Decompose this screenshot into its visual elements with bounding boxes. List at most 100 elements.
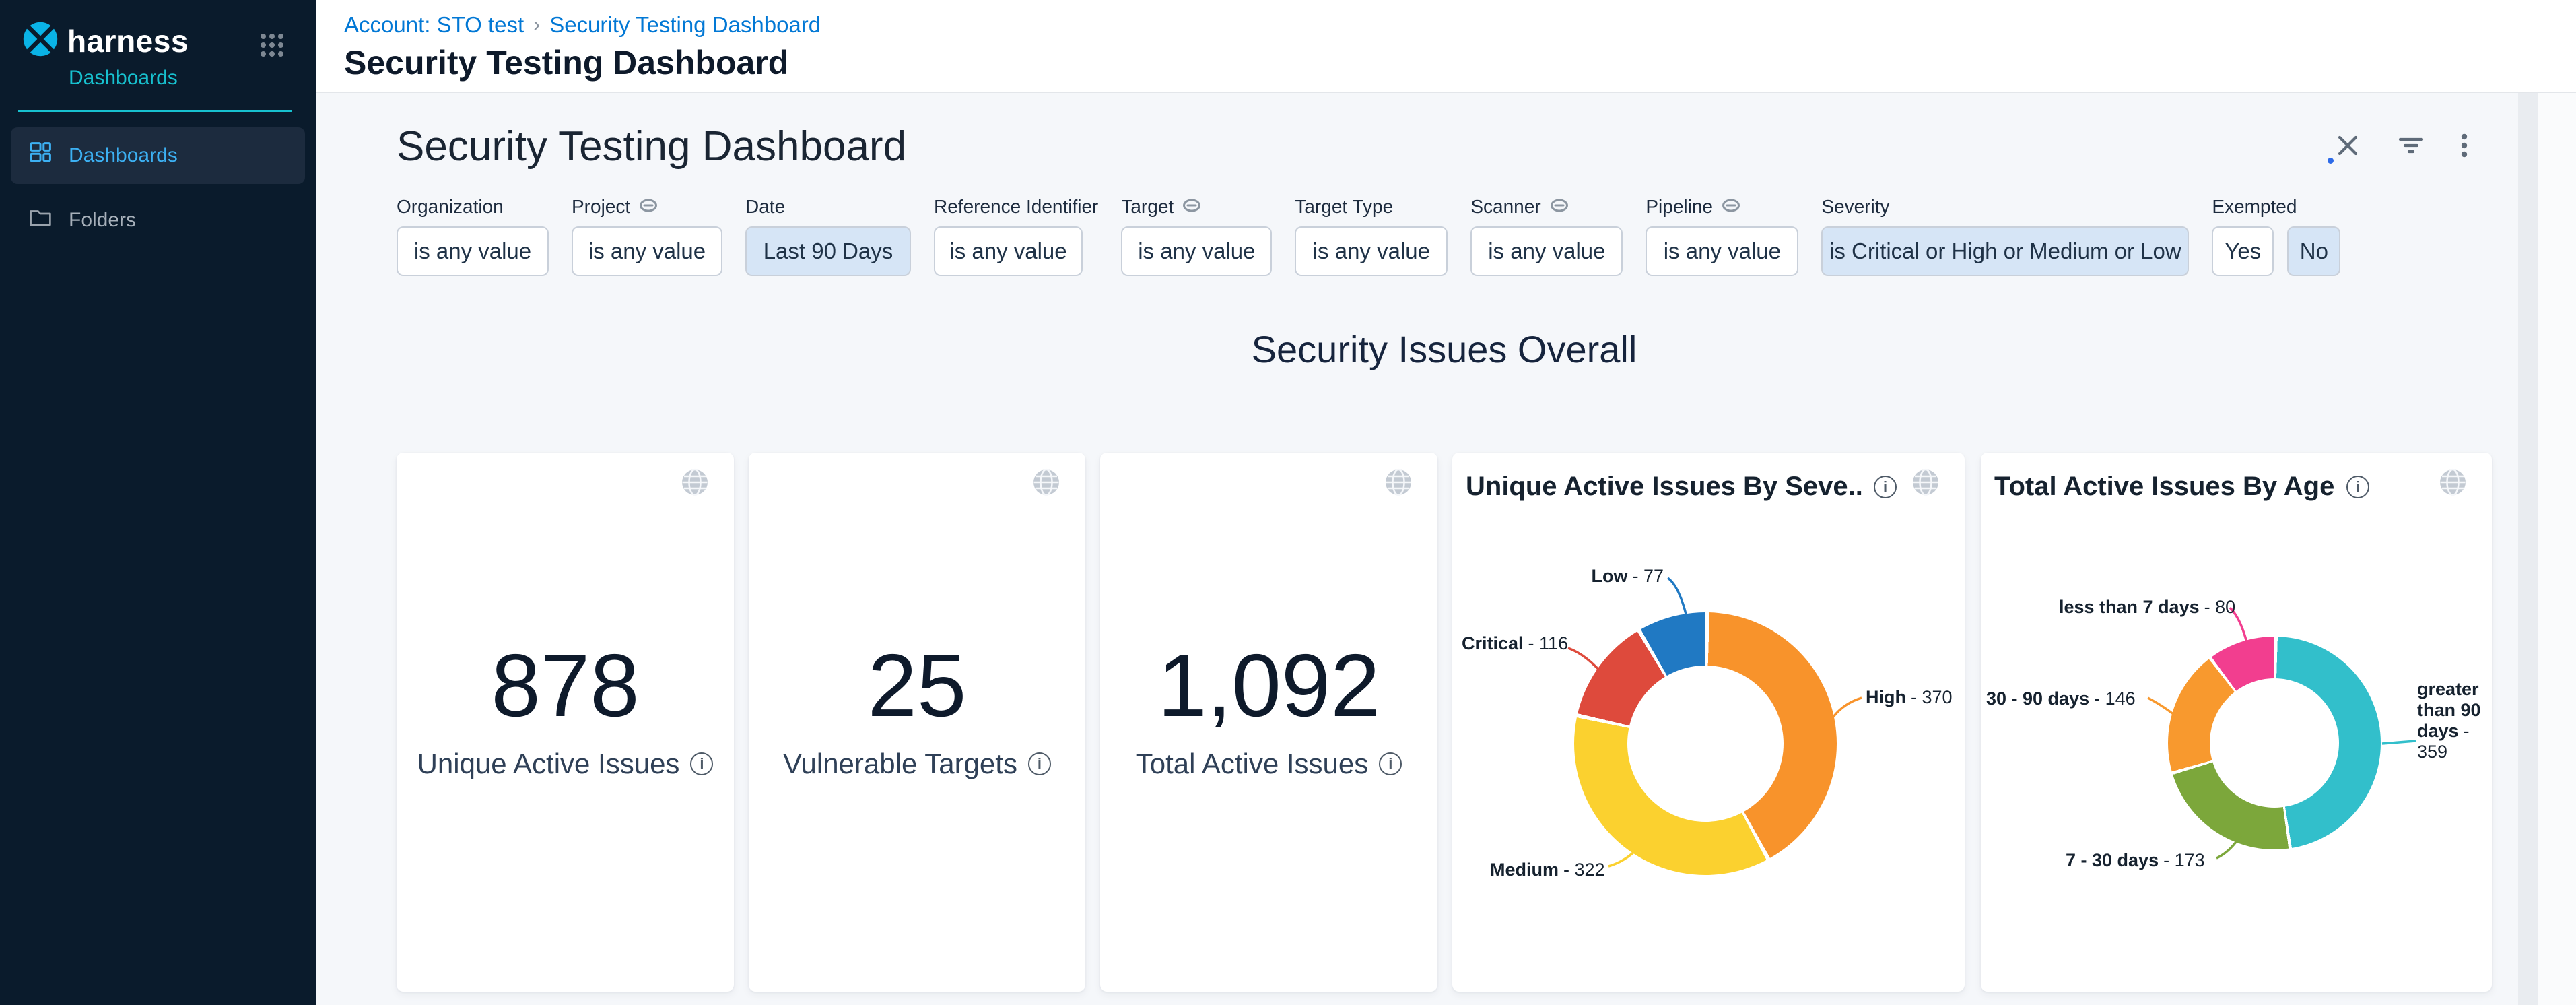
dashboard-title: Security Testing Dashboard: [397, 123, 906, 170]
filter-date-value[interactable]: Last 90 Days: [745, 226, 911, 276]
globe-icon: [680, 467, 710, 500]
filter-label: Severity: [1821, 195, 2189, 218]
filter-severity-value[interactable]: is Critical or High or Medium or Low: [1821, 226, 2189, 276]
filter-pipeline-value[interactable]: is any value: [1646, 226, 1798, 276]
sidebar-header: harness Dashboards: [0, 0, 316, 90]
module-name: Dashboards: [69, 67, 316, 90]
filter-project: Project is any value: [572, 195, 722, 276]
tile-total-active-issues: 1,092 Total Active Issues i: [1100, 453, 1437, 992]
chart-title: Total Active Issues By Age: [1994, 472, 2334, 502]
breadcrumb-account-link[interactable]: Account: STO test: [344, 12, 524, 38]
filter-scanner-value[interactable]: is any value: [1470, 226, 1623, 276]
breadcrumb-page-link[interactable]: Security Testing Dashboard: [549, 12, 821, 38]
right-gutter: [2538, 93, 2576, 1005]
filter-reference-identifier: Reference Identifier is any value: [934, 195, 1098, 276]
sidebar-item-label: Folders: [69, 209, 136, 232]
apps-grid-icon[interactable]: [258, 31, 286, 63]
sidebar-item-dashboards[interactable]: Dashboards: [11, 127, 305, 184]
filter-label: Project: [572, 195, 722, 218]
filter-label: Scanner: [1470, 195, 1623, 218]
tile-unique-active-issues-by-severity: Unique Active Issues By Seve... i: [1452, 453, 1965, 992]
slice-label-7-30-days: 7 - 30 days- 173: [2066, 850, 2205, 871]
page-title: Security Testing Dashboard: [344, 43, 2576, 82]
sidebar: harness Dashboards: [0, 0, 316, 1005]
info-icon[interactable]: i: [1379, 752, 1402, 775]
chart-title: Unique Active Issues By Seve...: [1466, 472, 1862, 502]
filter-label: Date: [745, 195, 911, 218]
harness-logo-icon: [22, 20, 59, 61]
slice-label-high: High- 370: [1866, 687, 1953, 708]
filter-label: Target Type: [1295, 195, 1448, 218]
sidebar-item-label: Dashboards: [69, 144, 178, 167]
dashboards-icon: [28, 141, 53, 170]
filter-exempted: Exempted Yes No: [2212, 195, 2340, 276]
globe-icon: [2438, 467, 2468, 500]
section-title: Security Issues Overall: [397, 327, 2492, 371]
filter-scanner: Scanner is any value: [1470, 195, 1623, 276]
filter-organization: Organization is any value: [397, 195, 549, 276]
filter-organization-value[interactable]: is any value: [397, 226, 549, 276]
slice-label-medium: Medium- 322: [1490, 860, 1605, 880]
filter-target-value[interactable]: is any value: [1121, 226, 1272, 276]
info-icon[interactable]: i: [690, 752, 713, 775]
filter-label: Target: [1121, 195, 1272, 218]
sidebar-nav: Dashboards Folders: [0, 112, 316, 271]
globe-icon: [1911, 467, 1940, 500]
info-icon[interactable]: i: [1028, 752, 1051, 775]
folder-icon: [28, 205, 53, 235]
breadcrumb: Account: STO test › Security Testing Das…: [344, 12, 2576, 38]
globe-icon: [1384, 467, 1413, 500]
filter-target-type-value[interactable]: is any value: [1295, 226, 1448, 276]
filter-project-value[interactable]: is any value: [572, 226, 722, 276]
filter-label: Organization: [397, 195, 549, 218]
filter-pipeline: Pipeline is any value: [1646, 195, 1798, 276]
stat-label: Unique Active Issues i: [417, 748, 714, 780]
dashboard-content: Security Testing Dashboard O: [316, 93, 2576, 1005]
stat-value: 25: [868, 641, 967, 730]
sidebar-item-folders[interactable]: Folders: [11, 192, 305, 249]
link-icon: [638, 196, 658, 218]
brand-name: harness: [67, 23, 189, 59]
filter-date: Date Last 90 Days: [745, 195, 911, 276]
tile-unique-active-issues: 878 Unique Active Issues i: [397, 453, 734, 992]
top-header: Account: STO test › Security Testing Das…: [316, 0, 2576, 93]
slice-label-greater-than-90-days: greater than 90 days- 359: [2417, 679, 2493, 763]
app-root: harness Dashboards: [0, 0, 2576, 1005]
tiles-row: 878 Unique Active Issues i: [397, 453, 2492, 992]
close-icon[interactable]: [2333, 131, 2363, 160]
stat-label: Vulnerable Targets i: [783, 748, 1051, 780]
link-icon: [1549, 196, 1569, 218]
filter-label: Reference Identifier: [934, 195, 1098, 218]
stat-value: 878: [491, 641, 639, 730]
donut-chart-severity[interactable]: [1574, 612, 1837, 875]
filter-icon[interactable]: [2396, 131, 2426, 160]
main-area: Account: STO test › Security Testing Das…: [316, 0, 2576, 1005]
filter-reference-identifier-value[interactable]: is any value: [934, 226, 1083, 276]
slice-label-30-90-days: 30 - 90 days- 146: [1986, 688, 2136, 709]
filter-severity: Severity is Critical or High or Medium o…: [1821, 195, 2189, 276]
filter-target-type: Target Type is any value: [1295, 195, 1448, 276]
slice-label-critical: Critical- 116: [1462, 633, 1568, 654]
link-icon: [1721, 196, 1741, 218]
vertical-scrollbar[interactable]: [2518, 93, 2538, 1005]
exempted-yes-button[interactable]: Yes: [2212, 226, 2274, 276]
breadcrumb-separator: ›: [533, 13, 540, 36]
stat-label: Total Active Issues i: [1136, 748, 1402, 780]
donut-chart-age[interactable]: [2168, 637, 2381, 849]
slice-label-less-than-7-days: less than 7 days- 80: [2059, 597, 2235, 618]
slice-label-low: Low- 77: [1553, 566, 1664, 587]
tile-vulnerable-targets: 25 Vulnerable Targets i: [749, 453, 1085, 992]
kebab-menu-icon[interactable]: [2449, 131, 2479, 160]
info-icon[interactable]: i: [2346, 476, 2369, 498]
filter-label: Pipeline: [1646, 195, 1798, 218]
info-icon[interactable]: i: [1874, 476, 1897, 498]
tile-total-active-issues-by-age: Total Active Issues By Age i: [1981, 453, 2492, 992]
exempted-no-button[interactable]: No: [2287, 226, 2340, 276]
filter-target: Target is any value: [1121, 195, 1272, 276]
filter-label: Exempted: [2212, 195, 2340, 218]
stat-value: 1,092: [1157, 641, 1380, 730]
filter-bar: Organization is any value Project is any…: [397, 195, 2340, 276]
globe-icon: [1031, 467, 1061, 500]
cursor-dot: [2328, 158, 2334, 164]
link-icon: [1182, 196, 1202, 218]
